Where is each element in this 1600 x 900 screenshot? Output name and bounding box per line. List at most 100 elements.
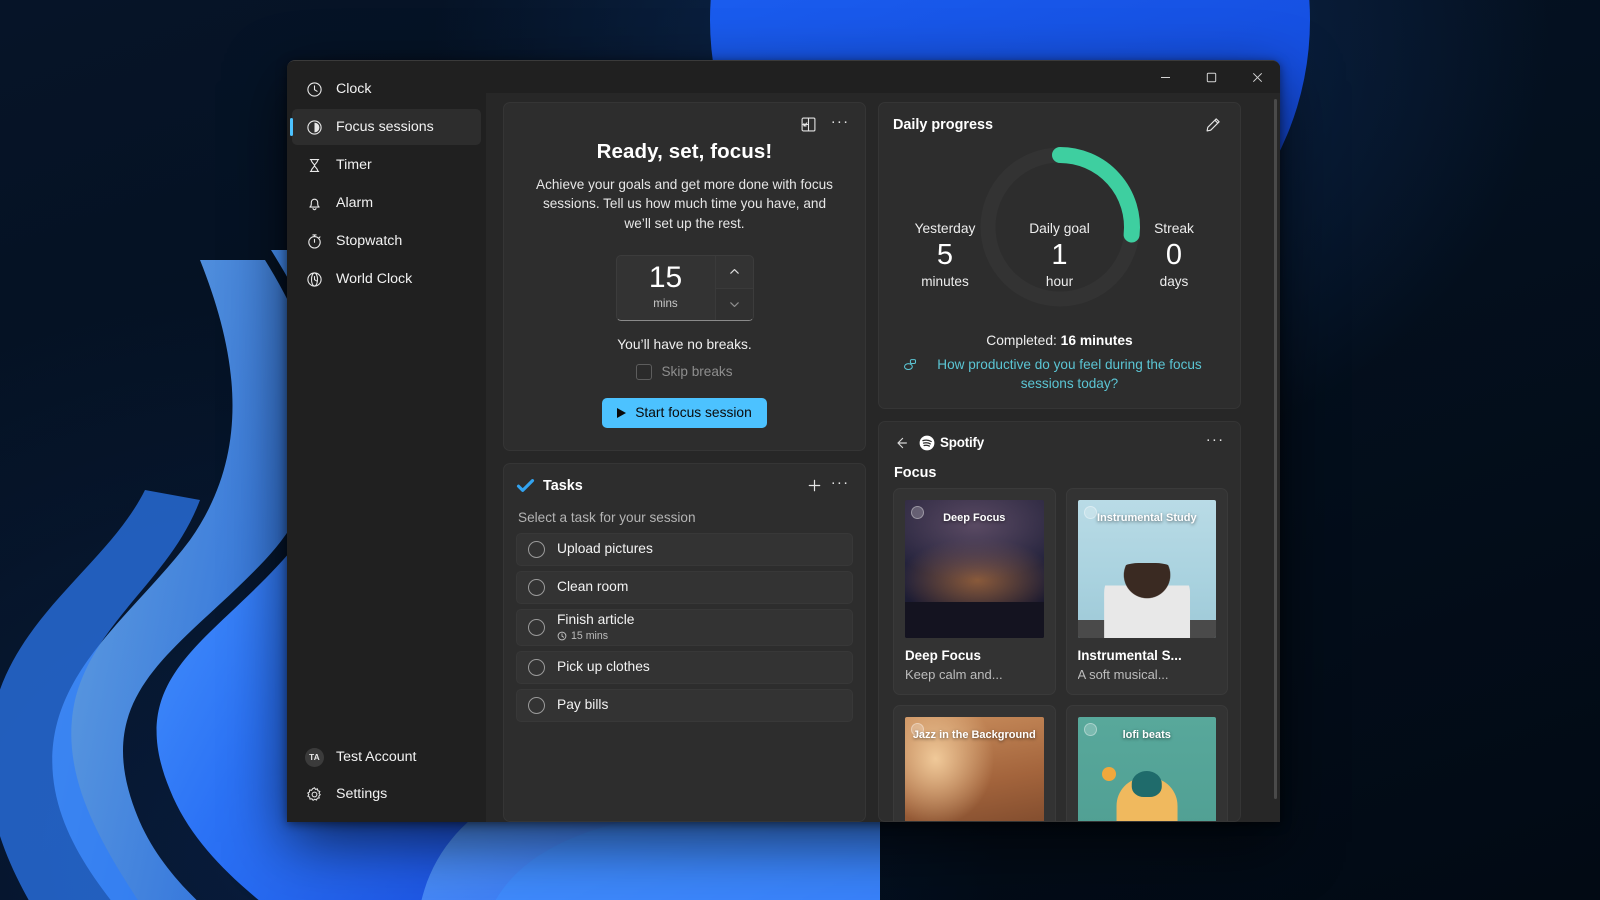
table-row[interactable]: Upload pictures [516,533,853,566]
sidebar-item-timer[interactable]: Timer [292,147,481,183]
artwork-sun [1102,767,1116,781]
sidebar: Clock Focus sessions Timer [287,61,486,822]
completed-text: Completed: 16 minutes [893,333,1226,348]
stepper-down-button[interactable] [716,288,753,320]
task-duration: 15 mins [557,630,634,642]
bell-icon [306,195,323,212]
artwork-text: Jazz in the Background [913,729,1036,742]
tasks-more-options-icon[interactable]: ··· [827,475,853,497]
feedback-link-label: How productive do you feel during the fo… [923,356,1216,394]
table-row[interactable]: Pay bills [516,689,853,722]
sidebar-item-world-clock[interactable]: World Clock [292,261,481,297]
spotify-badge-icon [911,506,924,519]
artwork-hair [1132,771,1162,797]
stat-unit: hour [1006,274,1114,289]
task-body: Pick up clothes [557,659,650,675]
task-name: Upload pictures [557,541,653,557]
focus-description: Achieve your goals and get more done wit… [530,175,839,233]
stat-streak: Streak 0 days [1120,221,1228,289]
start-row: Start focus session [516,398,853,428]
playlist-description: Keep calm and... [905,667,1044,682]
start-focus-session-button[interactable]: Start focus session [602,398,767,428]
playlist-grid: Deep Focus Deep Focus Keep calm and... I… [893,488,1228,823]
vertical-scrollbar[interactable] [1274,99,1277,799]
account-label: Test Account [336,750,416,764]
pencil-icon[interactable] [1200,114,1226,136]
stepper-up-button[interactable] [716,256,753,288]
task-body: Clean room [557,579,628,595]
tasks-subtitle: Select a task for your session [518,510,853,525]
more-dots: ··· [831,122,850,127]
list-item[interactable]: Deep Focus Deep Focus Keep calm and... [893,488,1056,696]
sidebar-item-account[interactable]: TA Test Account [292,739,481,775]
gear-icon [306,786,323,803]
spotify-badge-icon [1084,506,1097,519]
settings-label: Settings [336,787,387,801]
task-name: Finish article [557,612,634,628]
spotify-more-options-icon[interactable]: ··· [1202,432,1228,454]
task-radio[interactable] [528,659,545,676]
spotify-card: Spotify ··· Focus Deep Focus [878,421,1241,823]
tasks-header: Tasks ··· [516,474,853,498]
spotify-logo: Spotify [919,435,984,451]
page-title: Daily progress [893,117,1200,133]
task-name: Pay bills [557,697,608,713]
sidebar-item-settings[interactable]: Settings [292,776,481,812]
stepper-buttons [715,256,753,320]
task-radio[interactable] [528,579,545,596]
tasks-title: Tasks [543,478,801,494]
skip-breaks-checkbox[interactable] [636,364,652,380]
feedback-link[interactable]: How productive do you feel during the fo… [903,356,1216,394]
back-arrow-icon[interactable] [893,435,915,451]
spotify-header: Spotify ··· [893,432,1228,454]
table-row[interactable]: Clean room [516,571,853,604]
focus-card-tools: ··· [516,113,853,135]
table-row[interactable]: Pick up clothes [516,651,853,684]
add-task-button[interactable] [801,475,827,497]
task-duration-label: 15 mins [571,630,608,642]
play-icon [617,408,626,418]
task-radio[interactable] [528,619,545,636]
table-row[interactable]: Finish article 15 mins [516,609,853,646]
maximize-button[interactable] [1188,61,1234,93]
sidebar-item-alarm[interactable]: Alarm [292,185,481,221]
sidebar-item-stopwatch[interactable]: Stopwatch [292,223,481,259]
stat-unit: days [1120,274,1228,289]
compact-overlay-icon[interactable] [795,113,821,135]
sidebar-item-focus-sessions[interactable]: Focus sessions [292,109,481,145]
spotify-badge-icon [1084,723,1097,736]
skip-breaks-row[interactable]: Skip breaks [516,364,853,380]
globe-clock-icon [306,271,323,288]
minimize-button[interactable] [1142,61,1188,93]
task-radio[interactable] [528,697,545,714]
sidebar-item-label: Focus sessions [336,120,434,134]
minutes-value[interactable]: 15 mins [617,256,715,320]
task-body: Upload pictures [557,541,653,557]
avatar: TA [305,748,324,767]
artwork-text: lofi beats [1123,729,1171,742]
stat-label: Yesterday [891,221,999,236]
completed-value: 16 minutes [1061,333,1133,348]
playlist-title: Deep Focus [905,648,1044,663]
stat-unit: minutes [891,274,999,289]
stat-value: 5 [891,237,999,273]
more-options-icon[interactable]: ··· [827,113,853,135]
list-item[interactable]: Instrumental Study Instrumental S... A s… [1066,488,1229,696]
clock-icon [306,81,323,98]
tasks-check-icon [516,476,535,495]
title-bar [486,61,1280,93]
playlist-artwork: Jazz in the Background [905,717,1044,822]
more-dots: ··· [1206,440,1225,445]
stat-value: 0 [1120,237,1228,273]
breaks-info: You’ll have no breaks. [516,337,853,352]
daily-progress-card: Daily progress [878,102,1241,409]
task-radio[interactable] [528,541,545,558]
quantity-stepper[interactable]: 15 mins [616,255,754,321]
sidebar-item-clock[interactable]: Clock [292,71,481,107]
close-button[interactable] [1234,61,1280,93]
list-item[interactable]: lofi beats lofi beats [1066,705,1229,822]
stopwatch-icon [306,233,323,250]
more-dots: ··· [831,483,850,488]
stat-daily-goal: Daily goal 1 hour [1006,221,1114,289]
list-item[interactable]: Jazz in the Background Jazz in the Bac..… [893,705,1056,822]
